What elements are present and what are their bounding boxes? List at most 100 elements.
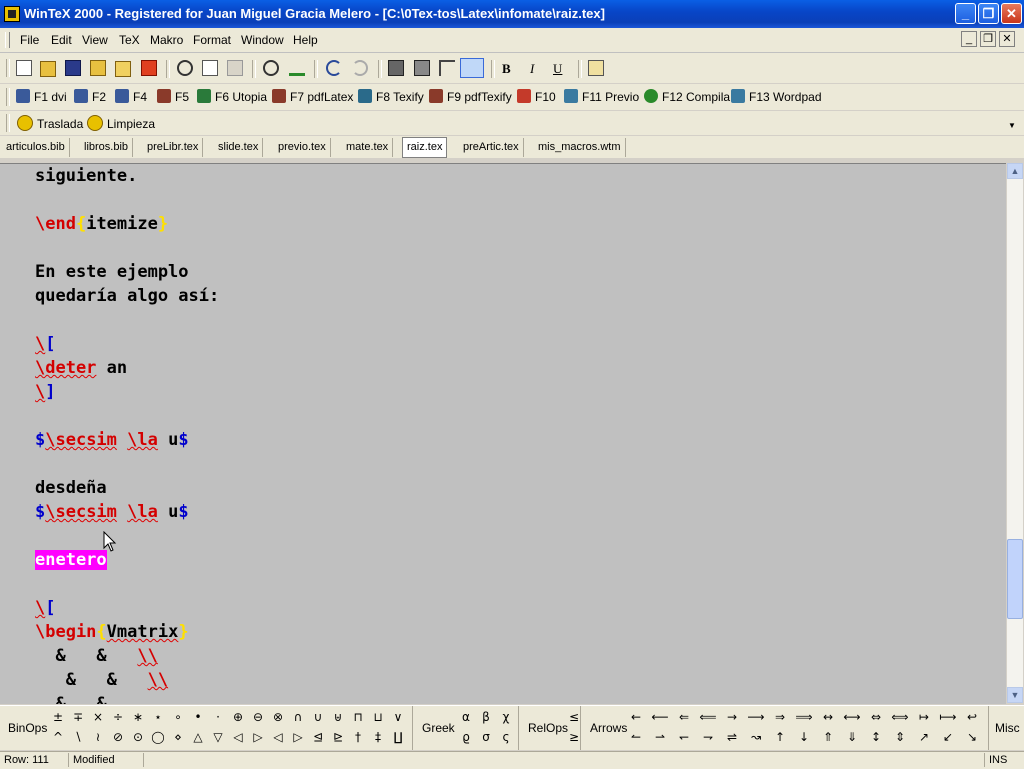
f11-previo-button[interactable]: F11 Previo [564, 89, 639, 105]
f2-button[interactable]: F2 [74, 89, 106, 105]
menu-edit[interactable]: Edit [51, 33, 72, 47]
symbol-button[interactable]: ∨ [388, 707, 408, 727]
symbol-button[interactable]: ↓ [794, 727, 814, 747]
document-settings-icon[interactable] [414, 60, 430, 76]
menu-view[interactable]: View [82, 33, 108, 47]
symbol-button[interactable]: ◁ [228, 727, 248, 747]
redo-icon[interactable] [352, 60, 368, 76]
symbol-button[interactable]: ∪ [308, 707, 328, 727]
spellcheck-icon[interactable] [289, 60, 305, 76]
symbol-button[interactable]: ⇐ [674, 707, 694, 727]
f7-pdflatex-button[interactable]: F7 pdfLatex [272, 89, 353, 105]
vertical-scrollbar[interactable]: ▲ ▼ [1006, 163, 1023, 703]
tab-prelibr-tex[interactable]: preLibr.tex [143, 138, 204, 157]
menu-window[interactable]: Window [241, 33, 284, 47]
symbol-button[interactable]: † [348, 727, 368, 747]
bold-button[interactable]: B [502, 61, 511, 77]
copy-icon[interactable] [202, 60, 218, 76]
symbol-button[interactable]: ↼ [626, 727, 646, 747]
symbol-button[interactable]: ⊙ [128, 727, 148, 747]
wintex-app-icon[interactable] [4, 6, 20, 22]
symbol-button[interactable]: ∗ [128, 707, 148, 727]
symbol-button[interactable]: ⇁ [698, 727, 718, 747]
symbol-button[interactable]: • [188, 707, 208, 727]
symbol-button[interactable]: ← [626, 707, 646, 727]
f13-wordpad-button[interactable]: F13 Wordpad [731, 89, 822, 105]
maximize-button[interactable]: ❐ [978, 3, 999, 24]
scroll-down-arrow-icon[interactable]: ▼ [1007, 687, 1023, 703]
find-icon[interactable] [263, 60, 279, 76]
traslada-button[interactable]: Traslada [17, 115, 83, 131]
symbol-button[interactable]: × [88, 707, 108, 727]
save-icon[interactable] [65, 60, 81, 76]
f1-dvi-button[interactable]: F1 dvi [16, 89, 67, 105]
new-file-icon[interactable] [16, 60, 32, 76]
toolbar-overflow-chevron-icon[interactable]: ▼ [1008, 121, 1016, 130]
symbol-button[interactable]: ⊘ [108, 727, 128, 747]
symbol-button[interactable]: ⟵ [650, 707, 670, 727]
f10-button[interactable]: F10 [517, 89, 556, 105]
scroll-thumb[interactable] [1007, 539, 1023, 619]
symbol-button[interactable]: ‡ [368, 727, 388, 747]
scroll-up-arrow-icon[interactable]: ▲ [1007, 163, 1023, 179]
open-folder-icon[interactable] [40, 61, 56, 77]
symbol-button[interactable]: ▽ [208, 727, 228, 747]
menu-file[interactable]: File [20, 33, 39, 47]
symbol-button[interactable]: ⋆ [148, 707, 168, 727]
symbol-button[interactable]: ^ [48, 727, 68, 747]
symbol-button[interactable]: ↑ [770, 727, 790, 747]
menu-makro[interactable]: Makro [150, 33, 183, 47]
symbol-button[interactable]: ∖ [68, 727, 88, 747]
f12-compila-button[interactable]: F12 Compila [644, 89, 730, 105]
symbol-button[interactable]: α [456, 707, 476, 727]
wordwrap-icon[interactable] [388, 60, 404, 76]
tab-mate-tex[interactable]: mate.tex [342, 138, 394, 157]
symbol-button[interactable]: ∐ [388, 727, 408, 747]
symbol-button[interactable]: ▷ [248, 727, 268, 747]
paste-icon[interactable] [227, 60, 243, 76]
symbol-button[interactable]: ⋄ [168, 727, 188, 747]
symbol-button[interactable]: ⟶ [746, 707, 766, 727]
symbol-button[interactable]: ς [496, 727, 516, 747]
limpieza-button[interactable]: Limpieza [87, 115, 155, 131]
mdi-minimize-button[interactable]: _ [961, 31, 977, 47]
underline-button[interactable]: U [553, 61, 562, 77]
symbol-button[interactable]: ⇓ [842, 727, 862, 747]
menu-format[interactable]: Format [193, 33, 231, 47]
symbol-button[interactable]: ⇑ [818, 727, 838, 747]
symbol-button[interactable]: ▷ [288, 727, 308, 747]
f5-button[interactable]: F5 [157, 89, 189, 105]
symbol-button[interactable]: ↦ [914, 707, 934, 727]
close-file-icon[interactable] [141, 60, 157, 76]
symbol-button[interactable]: ↙ [938, 727, 958, 747]
symbol-button[interactable]: ⊓ [348, 707, 368, 727]
tab-previo-tex[interactable]: previo.tex [274, 138, 331, 157]
symbol-button[interactable]: σ [476, 727, 496, 747]
symbol-button[interactable]: → [722, 707, 742, 727]
symbol-button[interactable]: ≥ [564, 727, 584, 747]
tab-mis-macros-wtm[interactable]: mis_macros.wtm [534, 138, 626, 157]
menu-tex[interactable]: TeX [119, 33, 140, 47]
symbol-button[interactable]: ↕ [866, 727, 886, 747]
undo-icon[interactable] [326, 60, 342, 76]
symbol-button[interactable]: ↽ [674, 727, 694, 747]
tab-preartic-tex[interactable]: preArtic.tex [459, 138, 524, 157]
selected-text[interactable]: enetero [35, 550, 107, 570]
symbol-button[interactable]: ÷ [108, 707, 128, 727]
tab-articulos-bib[interactable]: articulos.bib [2, 138, 70, 157]
close-button[interactable]: ✕ [1001, 3, 1022, 24]
symbol-button[interactable]: ⇕ [890, 727, 910, 747]
symbol-button[interactable]: · [208, 707, 228, 727]
symbol-button[interactable]: ⊔ [368, 707, 388, 727]
mdi-restore-button[interactable]: ❐ [980, 31, 996, 47]
symbol-button[interactable]: ⊕ [228, 707, 248, 727]
folder-icon[interactable] [115, 61, 131, 77]
symbol-button[interactable]: ⟸ [698, 707, 718, 727]
menu-help[interactable]: Help [293, 33, 318, 47]
symbol-button[interactable]: ⇌ [722, 727, 742, 747]
tree-view-icon[interactable] [439, 60, 455, 76]
symbol-button[interactable]: △ [188, 727, 208, 747]
symbol-button[interactable]: ⊴ [308, 727, 328, 747]
f4-button[interactable]: F4 [115, 89, 147, 105]
symbol-button[interactable]: ⇀ [650, 727, 670, 747]
